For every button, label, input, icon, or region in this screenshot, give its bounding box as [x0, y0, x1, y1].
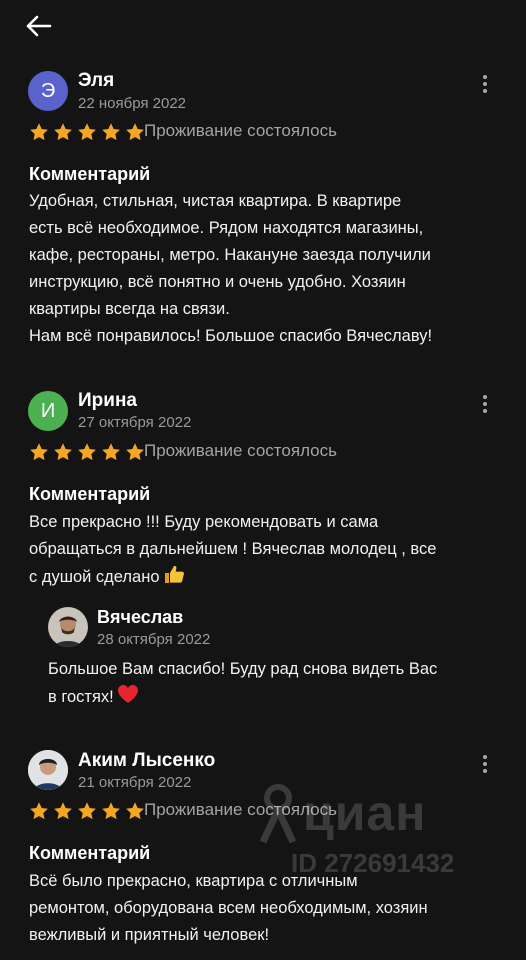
comment-title: Комментарий	[29, 484, 151, 504]
star-icon	[78, 123, 96, 141]
more-options-button[interactable]	[478, 393, 492, 415]
star-icon	[78, 802, 96, 820]
comment-line: кафе, рестораны, метро. Накануне заезда …	[29, 246, 431, 264]
comment-title: Комментарий	[29, 843, 151, 863]
comment-line: Удобная, стильная, чистая квартира. В кв…	[29, 192, 402, 210]
avatar: Э	[28, 71, 68, 111]
arrow-left-icon	[26, 15, 52, 37]
star-icon	[102, 443, 120, 461]
stay-status: Проживание состоялось	[144, 441, 337, 460]
avatar	[48, 607, 88, 647]
comment-line: обращаться в дальнейшем ! Вячеслав молод…	[29, 540, 437, 558]
star-icon	[30, 802, 48, 820]
comment-line: Нам всё понравилось! Большое спасибо Вяч…	[29, 327, 433, 345]
avatar	[28, 750, 68, 790]
rating-stars	[28, 441, 146, 463]
star-icon	[126, 123, 144, 141]
author-name: Эля	[78, 70, 115, 91]
back-button[interactable]	[24, 12, 56, 40]
stay-status: Проживание состоялось	[144, 121, 337, 140]
reply-line: Большое Вам спасибо! Буду рад снова виде…	[48, 660, 438, 678]
review-date: 22 ноября 2022	[78, 95, 187, 112]
avatar: И	[28, 391, 68, 431]
thumbs-up-icon	[162, 563, 186, 594]
comment-line: квартиры всегда на связи.	[29, 300, 230, 318]
star-icon	[102, 123, 120, 141]
comment-text: Все прекрасно !!! Буду рекомендовать и с…	[29, 509, 509, 594]
comment-title: Комментарий	[29, 164, 151, 184]
review-date: 27 октября 2022	[78, 414, 192, 431]
more-options-button[interactable]	[478, 73, 492, 95]
stay-status: Проживание состоялось	[144, 800, 337, 819]
top-bar	[0, 0, 526, 56]
comment-line: с душой сделано	[29, 563, 509, 594]
star-icon	[30, 123, 48, 141]
comment-text: Удобная, стильная, чистая квартира. В кв…	[29, 188, 509, 350]
star-icon	[30, 443, 48, 461]
star-icon	[54, 802, 72, 820]
reply-text: Большое Вам спасибо! Буду рад снова виде…	[48, 656, 508, 714]
star-icon	[54, 123, 72, 141]
rating-stars	[28, 800, 146, 822]
review-date: 21 октября 2022	[78, 774, 192, 791]
comment-line: вежливый и приятный человек!	[29, 926, 270, 944]
reply-author-name: Вячеслав	[97, 607, 184, 627]
watermark: циан ID 272691432	[255, 782, 485, 882]
comment-line: есть всё необходимое. Рядом находятся ма…	[29, 219, 424, 237]
author-name: Аким Лысенко	[78, 750, 216, 771]
more-options-button[interactable]	[478, 753, 492, 775]
comment-line: Всё было прекрасно, квартира с отличным	[29, 872, 358, 890]
rating-stars	[28, 121, 146, 143]
star-icon	[126, 443, 144, 461]
comment-text: Всё было прекрасно, квартира с отличным …	[29, 868, 509, 949]
star-icon	[54, 443, 72, 461]
comment-line: Все прекрасно !!! Буду рекомендовать и с…	[29, 513, 379, 531]
comment-line: инструкцию, всё понятно и очень удобно. …	[29, 273, 406, 291]
author-name: Ирина	[78, 390, 137, 411]
star-icon	[126, 802, 144, 820]
reply-line: в гостях!	[48, 683, 508, 714]
red-heart-icon	[116, 683, 140, 714]
star-icon	[78, 443, 96, 461]
reply-date: 28 октября 2022	[97, 631, 211, 648]
star-icon	[102, 802, 120, 820]
comment-line: ремонтом, оборудована всем необходимым, …	[29, 899, 428, 917]
